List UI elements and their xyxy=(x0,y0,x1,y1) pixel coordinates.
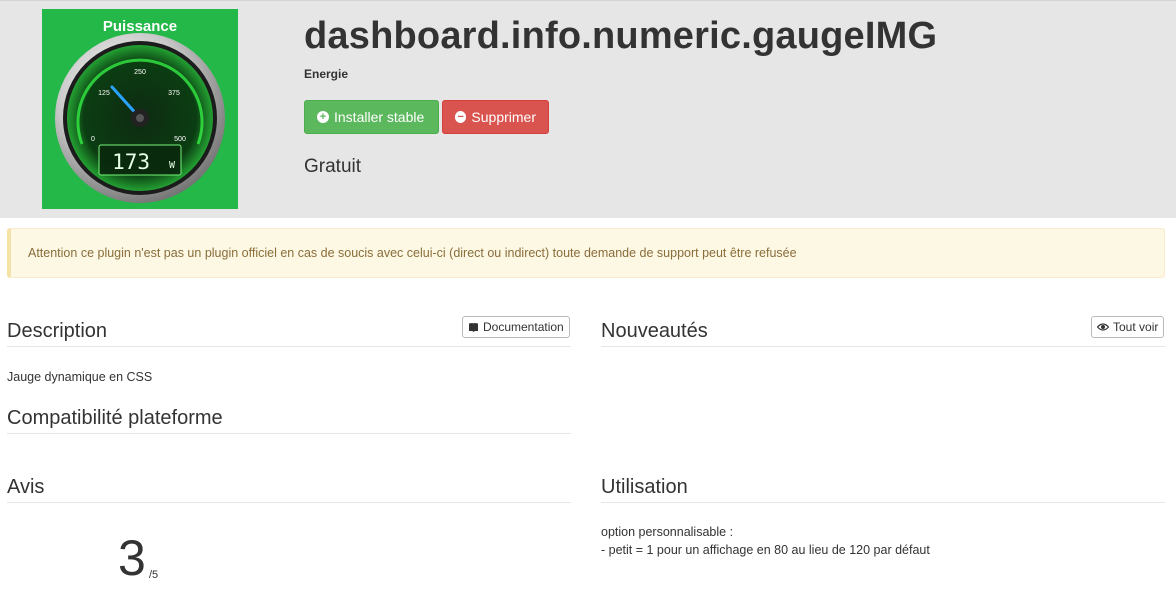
description-title: Description xyxy=(7,320,108,342)
gauge-readout-unit: W xyxy=(169,160,176,171)
reviews-title: Avis xyxy=(7,476,45,498)
plus-circle-icon: + xyxy=(317,111,329,123)
plugin-header: Puissance 0 125 250 375 500 173 W dashbo… xyxy=(0,0,1176,218)
divider xyxy=(7,346,571,347)
remove-button[interactable]: − Supprimer xyxy=(442,100,549,134)
plugin-price: Gratuit xyxy=(304,156,362,177)
gauge-tick-label: 125 xyxy=(98,90,110,97)
divider xyxy=(7,433,571,434)
news-title: Nouveautés xyxy=(601,320,708,342)
gauge-readout-value: 173 xyxy=(112,150,150,174)
install-stable-label: Installer stable xyxy=(334,109,425,125)
gauge-tick-label: 250 xyxy=(134,69,146,76)
gauge-image: Puissance 0 125 250 375 500 173 W xyxy=(55,18,225,203)
install-stable-button[interactable]: + Installer stable xyxy=(304,100,439,134)
gauge-caption: Puissance xyxy=(103,18,177,35)
gauge-tick-label: 0 xyxy=(91,136,95,143)
plugin-title: dashboard.info.numeric.gaugeIMG xyxy=(304,15,938,57)
description-text: Jauge dynamique en CSS xyxy=(7,370,153,384)
see-all-label: Tout voir xyxy=(1113,320,1159,334)
rating-score: 3 xyxy=(118,530,146,586)
eye-icon xyxy=(1097,323,1109,331)
divider xyxy=(7,502,571,503)
documentation-button[interactable]: Documentation xyxy=(462,316,570,338)
usage-title: Utilisation xyxy=(601,476,688,498)
usage-line-2: - petit = 1 pour un affichage en 80 au l… xyxy=(601,543,930,557)
gauge-tick-label: 375 xyxy=(168,90,180,97)
documentation-label: Documentation xyxy=(483,320,564,334)
book-icon xyxy=(469,322,478,332)
minus-circle-icon: − xyxy=(455,111,467,123)
plugin-thumbnail: Puissance 0 125 250 375 500 173 W xyxy=(42,9,238,209)
unofficial-plugin-alert: Attention ce plugin n'est pas un plugin … xyxy=(7,228,1165,278)
compatibility-title: Compatibilité plateforme xyxy=(7,407,223,429)
see-all-button[interactable]: Tout voir xyxy=(1091,316,1165,338)
divider xyxy=(601,502,1165,503)
alert-text: Attention ce plugin n'est pas un plugin … xyxy=(28,246,797,260)
remove-label: Supprimer xyxy=(471,109,536,125)
usage-line-1: option personnalisable : xyxy=(601,525,734,539)
plugin-category: Energie xyxy=(304,67,349,81)
rating-max: /5 xyxy=(149,569,159,581)
gauge-tick-label: 500 xyxy=(174,136,186,143)
divider xyxy=(601,346,1165,347)
